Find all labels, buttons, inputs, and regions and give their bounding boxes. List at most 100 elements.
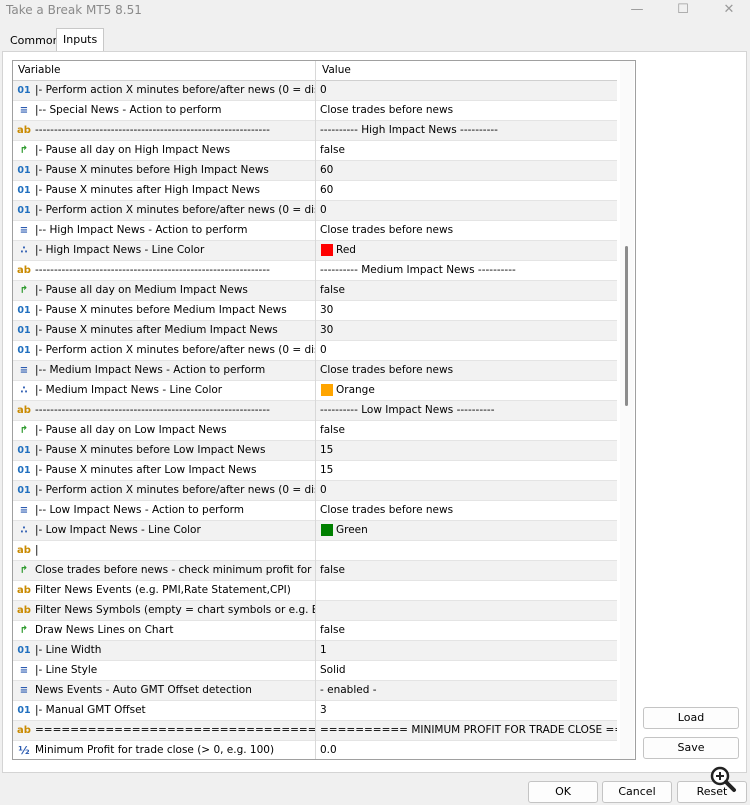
table-row[interactable]: ab ================================ ======… <box>13 721 617 741</box>
variable-cell[interactable]: ab | <box>13 541 316 561</box>
variable-cell[interactable]: ∴ |- Low Impact News - Line Color <box>13 521 316 541</box>
variable-cell[interactable]: ≡ News Events - Auto GMT Offset detection <box>13 681 316 701</box>
variable-cell[interactable]: ↱ |- Pause all day on Low Impact News <box>13 421 316 441</box>
variable-cell[interactable]: 01 |- Pause X minutes before Low Impact N… <box>13 441 316 461</box>
value-cell[interactable]: Solid <box>317 661 617 681</box>
value-cell[interactable]: 0.0 <box>317 741 617 759</box>
table-row[interactable]: ↱ Draw News Lines on Chart false <box>13 621 617 641</box>
table-row[interactable]: ≡ |-- Special News - Action to perform Clo… <box>13 101 617 121</box>
value-cell[interactable]: Green <box>317 521 617 541</box>
table-row[interactable]: 01 |- Perform action X minutes before/aft… <box>13 481 617 501</box>
value-cell[interactable]: 0 <box>317 481 617 501</box>
table-row[interactable]: ab --------------------------------------… <box>13 121 617 141</box>
variable-cell[interactable]: ∴ |- High Impact News - Line Color <box>13 241 316 261</box>
value-cell[interactable]: 0 <box>317 341 617 361</box>
variable-cell[interactable]: 01 |- Pause X minutes before Medium Impac… <box>13 301 316 321</box>
table-row[interactable]: ≡ |-- High Impact News - Action to perfor… <box>13 221 617 241</box>
cancel-button[interactable]: Cancel <box>602 781 672 803</box>
table-row[interactable]: ↱ Close trades before news - check minimu… <box>13 561 617 581</box>
table-row[interactable]: ∴ |- High Impact News - Line Color Red <box>13 241 617 261</box>
value-cell[interactable] <box>317 541 617 561</box>
table-row[interactable]: ≡ |-- Medium Impact News - Action to perf… <box>13 361 617 381</box>
value-cell[interactable]: Close trades before news <box>317 101 617 121</box>
close-button[interactable]: ✕ <box>706 0 750 22</box>
table-row[interactable]: ab --------------------------------------… <box>13 261 617 281</box>
value-column-header[interactable]: Value <box>317 61 617 81</box>
value-cell[interactable]: false <box>317 621 617 641</box>
value-cell[interactable]: - enabled - <box>317 681 617 701</box>
value-cell[interactable]: 3 <box>317 701 617 721</box>
variable-cell[interactable]: 01 |- Pause X minutes after Medium Impact… <box>13 321 316 341</box>
value-cell[interactable]: ========== MINIMUM PROFIT FOR TRADE CLOS… <box>317 721 617 741</box>
variable-cell[interactable]: ≡ |- Line Style <box>13 661 316 681</box>
table-row[interactable]: ab | <box>13 541 617 561</box>
table-row[interactable]: ½ Minimum Profit for trade close (> 0, e.… <box>13 741 617 759</box>
maximize-button[interactable]: ☐ <box>660 0 706 22</box>
table-row[interactable]: ab Filter News Symbols (empty = chart sym… <box>13 601 617 621</box>
value-cell[interactable]: Close trades before news <box>317 221 617 241</box>
table-row[interactable]: 01 |- Perform action X minutes before/aft… <box>13 81 617 101</box>
value-cell[interactable]: false <box>317 421 617 441</box>
value-cell[interactable] <box>317 581 617 601</box>
variable-cell[interactable]: ↱ |- Pause all day on High Impact News <box>13 141 316 161</box>
ok-button[interactable]: OK <box>528 781 598 803</box>
value-cell[interactable]: Orange <box>317 381 617 401</box>
grid-scrollbar[interactable] <box>620 61 634 759</box>
table-row[interactable]: ≡ |- Line Style Solid <box>13 661 617 681</box>
table-row[interactable]: ≡ |-- Low Impact News - Action to perform… <box>13 501 617 521</box>
value-cell[interactable]: 60 <box>317 161 617 181</box>
table-row[interactable]: 01 |- Perform action X minutes before/aft… <box>13 201 617 221</box>
variable-cell[interactable]: ab --------------------------------------… <box>13 121 316 141</box>
value-cell[interactable]: 15 <box>317 461 617 481</box>
value-cell[interactable]: Red <box>317 241 617 261</box>
variable-cell[interactable]: ab --------------------------------------… <box>13 401 316 421</box>
tab-inputs[interactable]: Inputs <box>56 28 105 52</box>
variable-cell[interactable]: ab Filter News Events (e.g. PMI,Rate Stat… <box>13 581 316 601</box>
save-button[interactable]: Save <box>643 737 739 759</box>
variable-cell[interactable]: ab --------------------------------------… <box>13 261 316 281</box>
value-cell[interactable]: false <box>317 141 617 161</box>
variable-cell[interactable]: 01 |- Pause X minutes after High Impact N… <box>13 181 316 201</box>
load-button[interactable]: Load <box>643 707 739 729</box>
table-row[interactable]: ↱ |- Pause all day on Medium Impact News f… <box>13 281 617 301</box>
value-cell[interactable]: false <box>317 561 617 581</box>
minimize-button[interactable]: — <box>614 0 660 22</box>
value-cell[interactable]: Close trades before news <box>317 501 617 521</box>
value-cell[interactable]: 60 <box>317 181 617 201</box>
value-cell[interactable]: ---------- Medium Impact News ---------- <box>317 261 617 281</box>
table-row[interactable]: 01 |- Pause X minutes before Low Impact N… <box>13 441 617 461</box>
table-row[interactable]: 01 |- Pause X minutes after Low Impact Ne… <box>13 461 617 481</box>
table-row[interactable]: ab Filter News Events (e.g. PMI,Rate Stat… <box>13 581 617 601</box>
variable-cell[interactable]: ≡ |-- Medium Impact News - Action to perf… <box>13 361 316 381</box>
variable-cell[interactable]: 01 |- Perform action X minutes before/aft… <box>13 481 316 501</box>
table-row[interactable]: 01 |- Pause X minutes before High Impact … <box>13 161 617 181</box>
table-row[interactable]: ∴ |- Low Impact News - Line Color Green <box>13 521 617 541</box>
value-cell[interactable]: 30 <box>317 301 617 321</box>
variable-cell[interactable]: 01 |- Perform action X minutes before/aft… <box>13 201 316 221</box>
variable-cell[interactable]: 01 |- Line Width <box>13 641 316 661</box>
value-cell[interactable]: 0 <box>317 201 617 221</box>
table-row[interactable]: ab --------------------------------------… <box>13 401 617 421</box>
variable-cell[interactable]: 01 |- Manual GMT Offset <box>13 701 316 721</box>
table-row[interactable]: ≡ News Events - Auto GMT Offset detection… <box>13 681 617 701</box>
value-cell[interactable]: ---------- Low Impact News ---------- <box>317 401 617 421</box>
table-row[interactable]: 01 |- Line Width 1 <box>13 641 617 661</box>
variable-cell[interactable]: ↱ |- Pause all day on Medium Impact News <box>13 281 316 301</box>
value-cell[interactable]: 1 <box>317 641 617 661</box>
variable-cell[interactable]: ≡ |-- Low Impact News - Action to perform <box>13 501 316 521</box>
table-row[interactable]: 01 |- Pause X minutes after Medium Impact… <box>13 321 617 341</box>
value-cell[interactable]: ---------- High Impact News ---------- <box>317 121 617 141</box>
value-cell[interactable]: false <box>317 281 617 301</box>
scrollbar-thumb[interactable] <box>625 246 628 406</box>
variable-cell[interactable]: 01 |- Pause X minutes before High Impact … <box>13 161 316 181</box>
value-cell[interactable]: 0 <box>317 81 617 101</box>
value-cell[interactable]: 30 <box>317 321 617 341</box>
variable-cell[interactable]: ab ======================================… <box>13 721 316 741</box>
value-cell[interactable]: Close trades before news <box>317 361 617 381</box>
table-row[interactable]: 01 |- Manual GMT Offset 3 <box>13 701 617 721</box>
variable-cell[interactable]: 01 |- Perform action X minutes before/aft… <box>13 81 316 101</box>
variable-cell[interactable]: ↱ Draw News Lines on Chart <box>13 621 316 641</box>
table-row[interactable]: ↱ |- Pause all day on Low Impact News fals… <box>13 421 617 441</box>
variable-cell[interactable]: ↱ Close trades before news - check minimu… <box>13 561 316 581</box>
variable-cell[interactable]: 01 |- Perform action X minutes before/aft… <box>13 341 316 361</box>
